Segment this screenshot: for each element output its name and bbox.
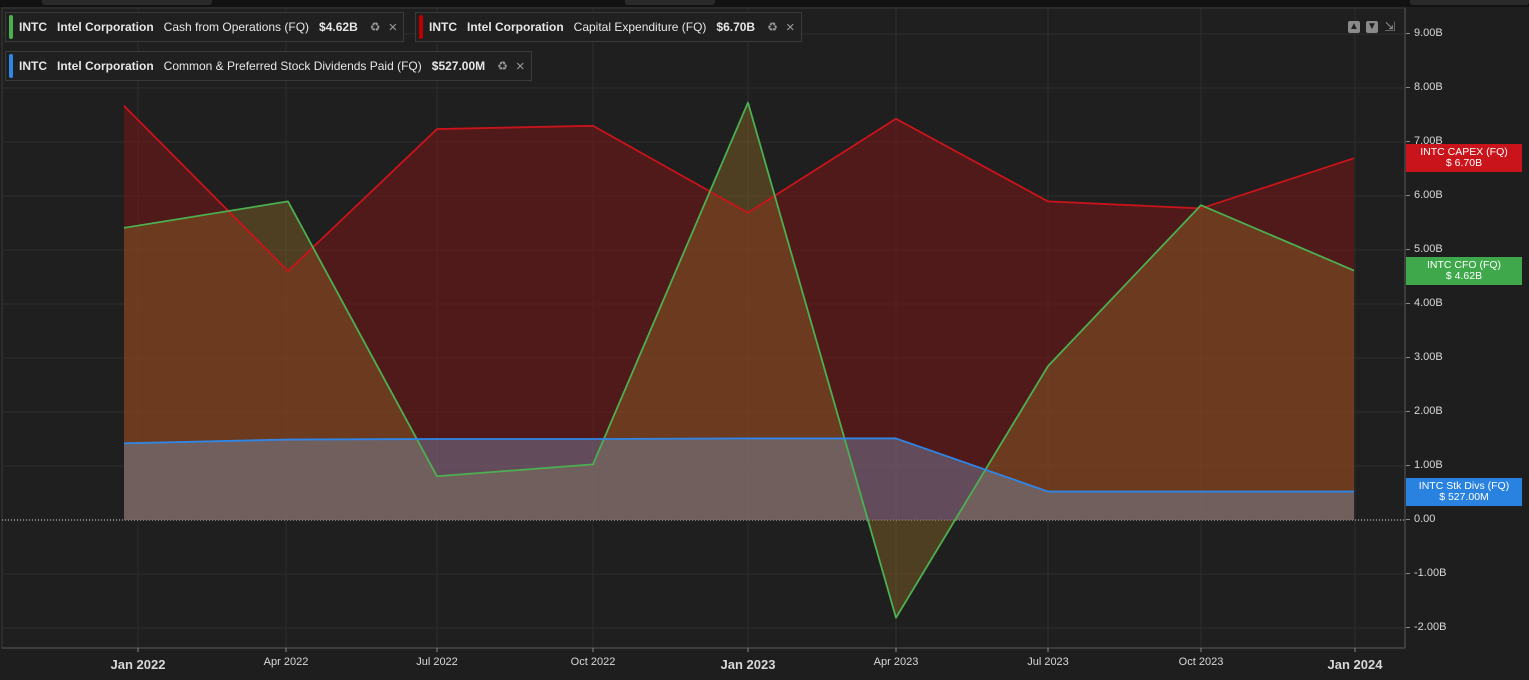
y-tick-label: 8.00B xyxy=(1406,81,1443,93)
y-tick-label: -1.00B xyxy=(1405,567,1447,579)
y-tick-label: 4.00B xyxy=(1406,297,1443,309)
y-tick-label: 5.00B xyxy=(1406,243,1443,255)
x-tick-label: Jan 2022 xyxy=(110,657,166,672)
chart-area xyxy=(1,7,1406,652)
x-tick-label: Apr 2023 xyxy=(873,656,919,668)
legend-company: Intel Corporation xyxy=(57,59,154,73)
legend-metric: Common & Preferred Stock Dividends Paid … xyxy=(163,59,422,73)
legend-metric: Cash from Operations (FQ) xyxy=(163,20,310,34)
y-tick-label: 6.00B xyxy=(1406,189,1443,201)
arrow-down-icon[interactable]: ▼ xyxy=(1366,21,1378,33)
x-tick-label: Jul 2022 xyxy=(416,656,458,668)
legend-value: $527.00M xyxy=(431,59,486,73)
legend-chip-capex[interactable]: INTC Intel Corporation Capital Expenditu… xyxy=(415,12,802,42)
legend-ticker: INTC xyxy=(429,20,457,34)
price-tag-series: INTC CFO (FQ) xyxy=(1426,258,1502,271)
x-tick-label: Jul 2023 xyxy=(1027,656,1069,668)
legend-value: $6.70B xyxy=(716,20,756,34)
legend-metric: Capital Expenditure (FQ) xyxy=(573,20,707,34)
close-icon[interactable]: × xyxy=(786,19,795,36)
close-icon[interactable]: × xyxy=(516,58,525,75)
x-tick-label: Oct 2022 xyxy=(570,656,616,668)
legend-ticker: INTC xyxy=(19,20,47,34)
price-tag-value: $ 4.62B xyxy=(1445,269,1483,282)
legend-color-bar xyxy=(419,15,423,39)
x-tick-label: Oct 2023 xyxy=(1178,656,1224,668)
y-tick-label: 0.00 xyxy=(1405,513,1436,525)
price-tag-capex: INTC CAPEX (FQ) $ 6.70B xyxy=(1406,144,1522,173)
y-tick-label: 1.00B xyxy=(1406,459,1443,471)
legend-chip-dividends[interactable]: INTC Intel Corporation Common & Preferre… xyxy=(5,51,532,81)
y-tick-label: 9.00B xyxy=(1406,27,1443,39)
settings-icon[interactable]: ♻ xyxy=(497,59,508,73)
legend-value: $4.62B xyxy=(319,20,358,34)
y-tick-label: 3.00B xyxy=(1406,351,1443,363)
x-tick-label: Apr 2022 xyxy=(263,656,309,668)
arrow-up-icon[interactable]: ▲ xyxy=(1348,21,1360,33)
settings-icon[interactable]: ♻ xyxy=(767,20,778,34)
legend-ticker: INTC xyxy=(19,59,47,73)
price-tag-value: $ 6.70B xyxy=(1445,157,1483,170)
price-tag-series: INTC Stk Divs (FQ) xyxy=(1418,479,1510,492)
y-tick-label: 2.00B xyxy=(1406,405,1443,417)
legend-color-bar xyxy=(9,54,13,78)
legend-color-bar xyxy=(9,15,13,39)
price-tag-value: $ 527.00M xyxy=(1439,490,1489,503)
x-tick-label: Jan 2023 xyxy=(720,657,776,672)
legend-company: Intel Corporation xyxy=(467,20,564,34)
price-tag-cfo: INTC CFO (FQ) $ 4.62B xyxy=(1406,256,1522,285)
collapse-icon[interactable]: ⇲ xyxy=(1384,20,1396,33)
close-icon[interactable]: × xyxy=(389,19,398,36)
y-tick-label: -2.00B xyxy=(1405,621,1447,633)
settings-icon[interactable]: ♻ xyxy=(370,20,381,34)
price-tag-dividends: INTC Stk Divs (FQ) $ 527.00M xyxy=(1406,477,1522,506)
legend-chip-cfo[interactable]: INTC Intel Corporation Cash from Operati… xyxy=(5,12,405,42)
legend-company: Intel Corporation xyxy=(57,20,154,34)
x-tick-label: Jan 2024 xyxy=(1327,657,1383,672)
